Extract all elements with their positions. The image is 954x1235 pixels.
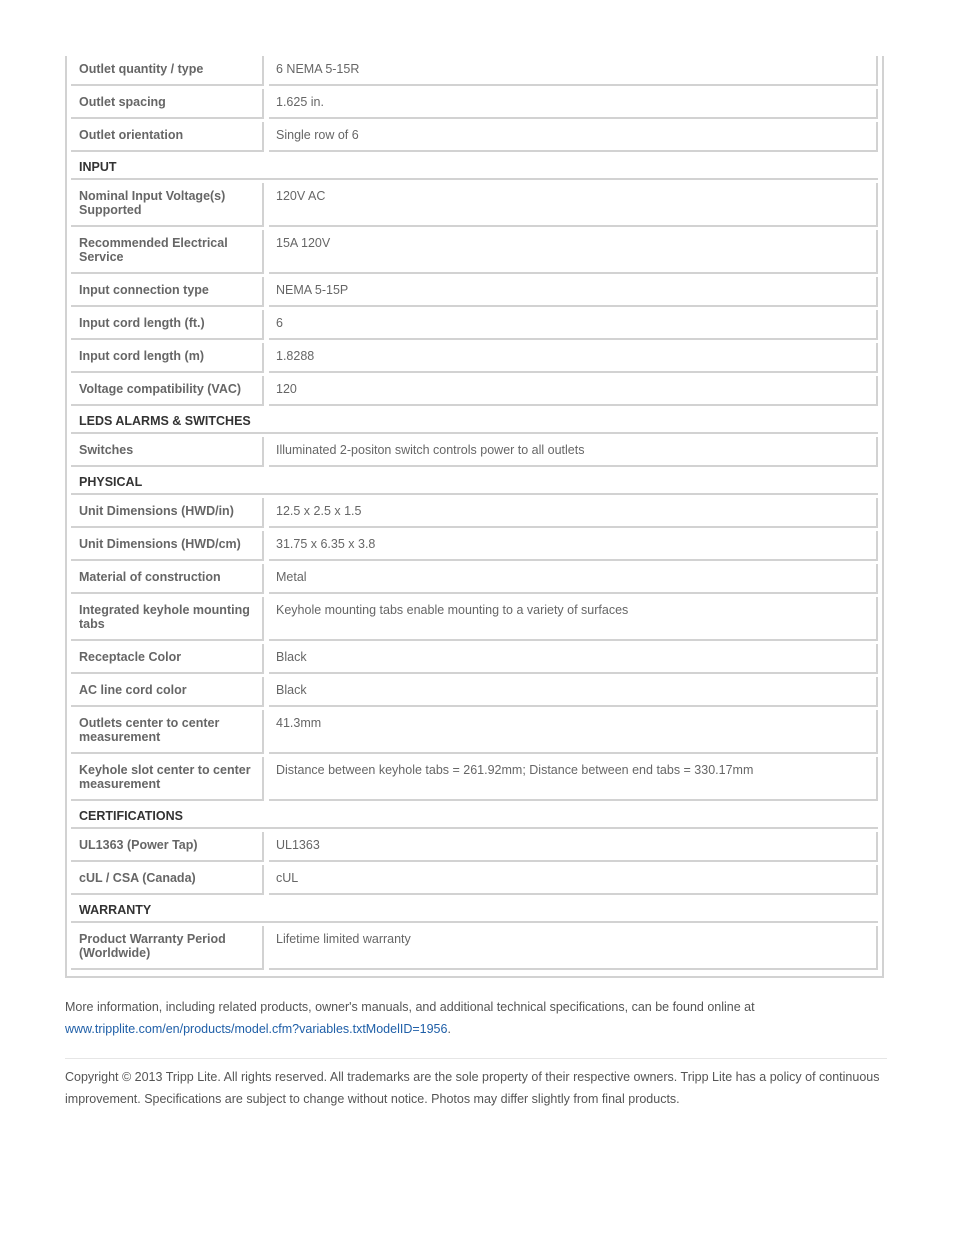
spec-row: Input cord length (m) 1.8288 xyxy=(71,343,878,373)
section-header-physical: PHYSICAL xyxy=(71,470,878,495)
spec-value: Black xyxy=(269,677,878,707)
spec-value: Black xyxy=(269,644,878,674)
spec-label: Receptacle Color xyxy=(71,644,264,674)
spec-row: Unit Dimensions (HWD/in) 12.5 x 2.5 x 1.… xyxy=(71,498,878,528)
spec-row: Unit Dimensions (HWD/cm) 31.75 x 6.35 x … xyxy=(71,531,878,561)
spec-row: Voltage compatibility (VAC) 120 xyxy=(71,376,878,406)
spec-value: Keyhole mounting tabs enable mounting to… xyxy=(269,597,878,641)
spec-row: Outlet quantity / type 6 NEMA 5-15R xyxy=(71,56,878,86)
spec-row: Material of construction Metal xyxy=(71,564,878,594)
spec-label: Input cord length (m) xyxy=(71,343,264,373)
spec-value: 6 xyxy=(269,310,878,340)
spec-label: Unit Dimensions (HWD/cm) xyxy=(71,531,264,561)
spec-value: 120 xyxy=(269,376,878,406)
section-header-input: INPUT xyxy=(71,155,878,180)
spec-label: Input cord length (ft.) xyxy=(71,310,264,340)
spec-value: NEMA 5-15P xyxy=(269,277,878,307)
spec-row: Product Warranty Period (Worldwide) Life… xyxy=(71,926,878,970)
link-suffix: . xyxy=(447,1022,451,1036)
spec-label: Voltage compatibility (VAC) xyxy=(71,376,264,406)
spec-row: Keyhole slot center to center measuremen… xyxy=(71,757,878,801)
section-header-certifications: CERTIFICATIONS xyxy=(71,804,878,829)
spec-row: Outlets center to center measurement 41.… xyxy=(71,710,878,754)
spec-row: cUL / CSA (Canada) cUL xyxy=(71,865,878,895)
spec-value: Distance between keyhole tabs = 261.92mm… xyxy=(269,757,878,801)
more-info-paragraph: More information, including related prod… xyxy=(65,996,887,1040)
spec-label: Outlet quantity / type xyxy=(71,56,264,86)
spec-row: Outlet spacing 1.625 in. xyxy=(71,89,878,119)
spec-label: UL1363 (Power Tap) xyxy=(71,832,264,862)
spec-label: Recommended Electrical Service xyxy=(71,230,264,274)
spec-value: 12.5 x 2.5 x 1.5 xyxy=(269,498,878,528)
spec-label: cUL / CSA (Canada) xyxy=(71,865,264,895)
spec-value: 6 NEMA 5-15R xyxy=(269,56,878,86)
spec-label: Nominal Input Voltage(s) Supported xyxy=(71,183,264,227)
section-header-leds-alarms-switches: LEDS ALARMS & SWITCHES xyxy=(71,409,878,434)
spec-table: Outlet quantity / type 6 NEMA 5-15R Outl… xyxy=(65,56,884,978)
product-page-link[interactable]: www.tripplite.com/en/products/model.cfm?… xyxy=(65,1022,447,1036)
spec-row: Outlet orientation Single row of 6 xyxy=(71,122,878,152)
spec-label: Input connection type xyxy=(71,277,264,307)
spec-value: Metal xyxy=(269,564,878,594)
spec-value: UL1363 xyxy=(269,832,878,862)
spec-row: Recommended Electrical Service 15A 120V xyxy=(71,230,878,274)
spec-value: 1.625 in. xyxy=(269,89,878,119)
section-header-warranty: WARRANTY xyxy=(71,898,878,923)
spec-row: Nominal Input Voltage(s) Supported 120V … xyxy=(71,183,878,227)
spec-label: Switches xyxy=(71,437,264,467)
spec-value: 1.8288 xyxy=(269,343,878,373)
spec-row: Input connection type NEMA 5-15P xyxy=(71,277,878,307)
spec-row: UL1363 (Power Tap) UL1363 xyxy=(71,832,878,862)
spec-label: Outlet orientation xyxy=(71,122,264,152)
spec-label: Product Warranty Period (Worldwide) xyxy=(71,926,264,970)
spec-value: 15A 120V xyxy=(269,230,878,274)
spec-label: Keyhole slot center to center measuremen… xyxy=(71,757,264,801)
spec-row: Receptacle Color Black xyxy=(71,644,878,674)
spec-value: 41.3mm xyxy=(269,710,878,754)
spec-value: cUL xyxy=(269,865,878,895)
copyright-text: Copyright © 2013 Tripp Lite. All rights … xyxy=(65,1070,880,1106)
spec-label: Material of construction xyxy=(71,564,264,594)
spec-label: Unit Dimensions (HWD/in) xyxy=(71,498,264,528)
spec-label: Outlets center to center measurement xyxy=(71,710,264,754)
spec-row: Switches Illuminated 2-positon switch co… xyxy=(71,437,878,467)
spec-row: Input cord length (ft.) 6 xyxy=(71,310,878,340)
spec-label: AC line cord color xyxy=(71,677,264,707)
spec-row: Integrated keyhole mounting tabs Keyhole… xyxy=(71,597,878,641)
more-info-text: More information, including related prod… xyxy=(65,1000,755,1014)
footer-divider xyxy=(65,1058,887,1059)
spec-value: 120V AC xyxy=(269,183,878,227)
spec-value: 31.75 x 6.35 x 3.8 xyxy=(269,531,878,561)
spec-row: AC line cord color Black xyxy=(71,677,878,707)
spec-value: Lifetime limited warranty xyxy=(269,926,878,970)
spec-value: Single row of 6 xyxy=(269,122,878,152)
spec-label: Outlet spacing xyxy=(71,89,264,119)
spec-label: Integrated keyhole mounting tabs xyxy=(71,597,264,641)
spec-value: Illuminated 2-positon switch controls po… xyxy=(269,437,878,467)
